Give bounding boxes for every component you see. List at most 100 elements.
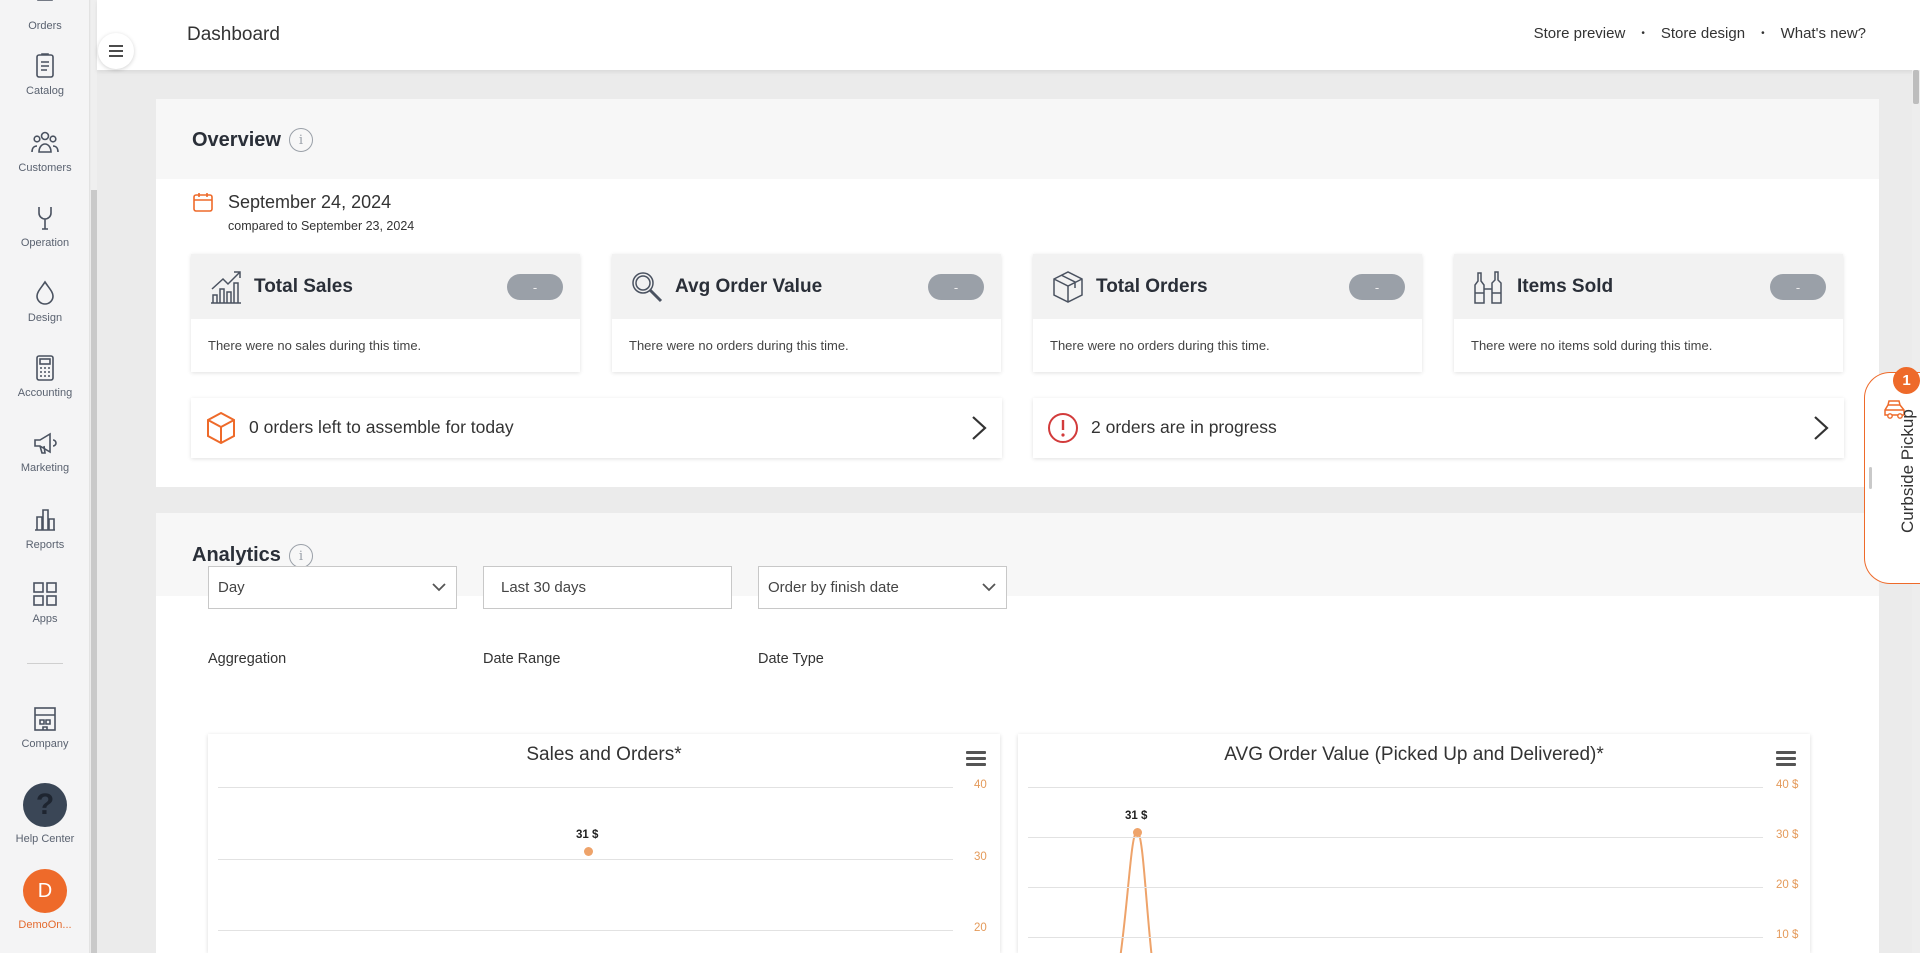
kpi-title: Items Sold	[1517, 276, 1614, 297]
kpi-card-items-sold: Items Sold - There were no items sold du…	[1454, 254, 1843, 372]
chevron-right-icon	[1814, 416, 1829, 440]
company-icon	[34, 707, 56, 731]
chart-gridline	[1028, 887, 1763, 888]
sidebar-item-label: Catalog	[26, 85, 64, 97]
chevron-down-icon	[432, 583, 446, 592]
whats-new-link[interactable]: What's new?	[1781, 25, 1866, 42]
info-icon[interactable]: i	[289, 128, 313, 152]
aggregation-value: Day	[218, 579, 245, 596]
info-icon[interactable]: i	[289, 544, 313, 568]
y-tick-label: 20	[974, 922, 987, 934]
kpi-card-total-orders: Total Orders - There were no orders duri…	[1033, 254, 1422, 372]
magnifier-icon	[632, 272, 663, 303]
chart-gridline	[218, 858, 953, 860]
sidebar-scrollbar[interactable]	[91, 0, 97, 953]
sidebar-item-design[interactable]: Design	[0, 278, 90, 324]
chevron-down-icon	[982, 583, 996, 592]
catalog-icon	[36, 53, 54, 78]
chart-gridline	[1028, 837, 1763, 838]
sales-and-orders-chart: Sales and Orders* 40 30 20 31 $	[208, 734, 1000, 953]
sidebar-item-reports[interactable]: Reports	[0, 505, 90, 551]
sidebar-item-catalog[interactable]: Catalog	[0, 51, 90, 97]
store-preview-link[interactable]: Store preview	[1534, 25, 1626, 42]
avatar: D	[23, 869, 67, 913]
kpi-message: There were no items sold during this tim…	[1471, 338, 1713, 353]
chart-title: Sales and Orders*	[526, 744, 682, 765]
kpi-card-avg-order-value: Avg Order Value - There were no orders d…	[612, 254, 1001, 372]
sidebar-scrollbar-thumb[interactable]	[91, 190, 97, 953]
page-scrollbar-thumb[interactable]	[1913, 70, 1919, 104]
chart-menu-button[interactable]	[966, 751, 986, 769]
sidebar-item-help-center[interactable]: ? Help Center	[0, 783, 90, 845]
kpi-change-badge: -	[1770, 274, 1826, 300]
data-point[interactable]	[1132, 827, 1142, 837]
reports-icon	[35, 509, 55, 531]
sidebar-item-accounting[interactable]: Accounting	[0, 353, 90, 399]
sidebar-item-company[interactable]: Company	[0, 704, 90, 750]
sidebar-item-label: Marketing	[20, 462, 70, 474]
sidebar-item-customers[interactable]: Customers	[0, 128, 90, 174]
sidebar-item-label: Customers	[18, 162, 72, 174]
aggregation-select[interactable]: Day	[208, 566, 457, 609]
y-tick-label: 30 $	[1776, 829, 1799, 841]
compared-date: compared to September 23, 2024	[228, 219, 415, 233]
overview-panel: Overview i September 24, 2024 compared t…	[156, 99, 1879, 487]
sidebar-item-label: Design	[27, 312, 63, 324]
date-range-value: Last 30 days	[501, 579, 587, 596]
curbside-count-badge: 1	[1893, 367, 1920, 394]
help-icon: ?	[23, 783, 67, 827]
curbside-drag-handle[interactable]	[1869, 467, 1872, 489]
overview-header: Overview i	[156, 99, 1879, 179]
menu-toggle-button[interactable]	[98, 33, 134, 69]
design-icon	[36, 280, 54, 305]
kpi-change-badge: -	[507, 274, 563, 300]
link-separator: •	[1641, 28, 1645, 39]
header-links: Store preview • Store design • What's ne…	[1534, 25, 1866, 42]
store-design-link[interactable]: Store design	[1661, 25, 1745, 42]
sidebar-item-account[interactable]: D DemoOn...	[0, 869, 90, 931]
orders-in-progress-text: 2 orders are in progress	[1091, 417, 1277, 437]
sidebar-item-label: Company	[21, 738, 69, 750]
hamburger-icon	[109, 45, 123, 57]
customers-icon	[31, 131, 59, 153]
orders-to-assemble-card[interactable]: 0 orders left to assemble for today	[191, 398, 1002, 458]
kpi-card-total-sales: Total Sales - There were no sales during…	[191, 254, 580, 372]
kpi-change-badge: -	[1349, 274, 1405, 300]
date-type-select[interactable]: Order by finish date	[758, 566, 1007, 609]
sidebar: Orders Catalog Customers Operation Desig…	[0, 0, 90, 953]
chart-gridline	[1028, 937, 1763, 938]
sidebar-item-label: Accounting	[17, 387, 73, 399]
chart-gridline	[218, 787, 953, 788]
curbside-pickup-label: Curbside Pickup	[1898, 409, 1917, 533]
sidebar-item-orders[interactable]: Orders	[0, 0, 90, 32]
data-label: 31 $	[1125, 810, 1148, 822]
accounting-icon	[36, 355, 54, 381]
date-range-field[interactable]: Last 30 days	[483, 566, 732, 609]
sidebar-item-apps[interactable]: Apps	[0, 579, 90, 625]
analytics-title: Analytics	[192, 544, 281, 566]
sidebar-item-operation[interactable]: Operation	[0, 203, 90, 249]
sidebar-item-label: Reports	[25, 539, 65, 551]
marketing-icon	[34, 432, 57, 454]
chevron-right-icon	[972, 416, 987, 440]
sidebar-item-marketing[interactable]: Marketing	[0, 428, 90, 474]
kpi-message: There were no orders during this time.	[629, 338, 849, 353]
avg-order-value-line	[1119, 830, 1153, 953]
curbside-pickup-tab[interactable]: Curbside Pickup	[1864, 372, 1920, 584]
sidebar-item-label: Orders	[28, 20, 62, 32]
kpi-message: There were no orders during this time.	[1050, 338, 1270, 353]
box-icon	[1053, 271, 1083, 303]
orders-in-progress-card[interactable]: 2 orders are in progress	[1033, 398, 1844, 458]
selected-date[interactable]: September 24, 2024	[228, 192, 391, 213]
alert-icon	[1048, 413, 1078, 443]
y-tick-label: 20 $	[1776, 879, 1799, 891]
data-point[interactable]	[583, 846, 593, 856]
package-icon	[207, 411, 235, 445]
orders-icon	[37, 0, 53, 1]
series-line	[1119, 830, 1153, 953]
calendar-icon[interactable]	[192, 191, 214, 213]
aggregation-label: Aggregation	[208, 651, 287, 667]
org-name: DemoOn...	[18, 919, 72, 931]
y-tick-label: 30	[974, 850, 987, 863]
bottles-icon	[1474, 271, 1502, 304]
